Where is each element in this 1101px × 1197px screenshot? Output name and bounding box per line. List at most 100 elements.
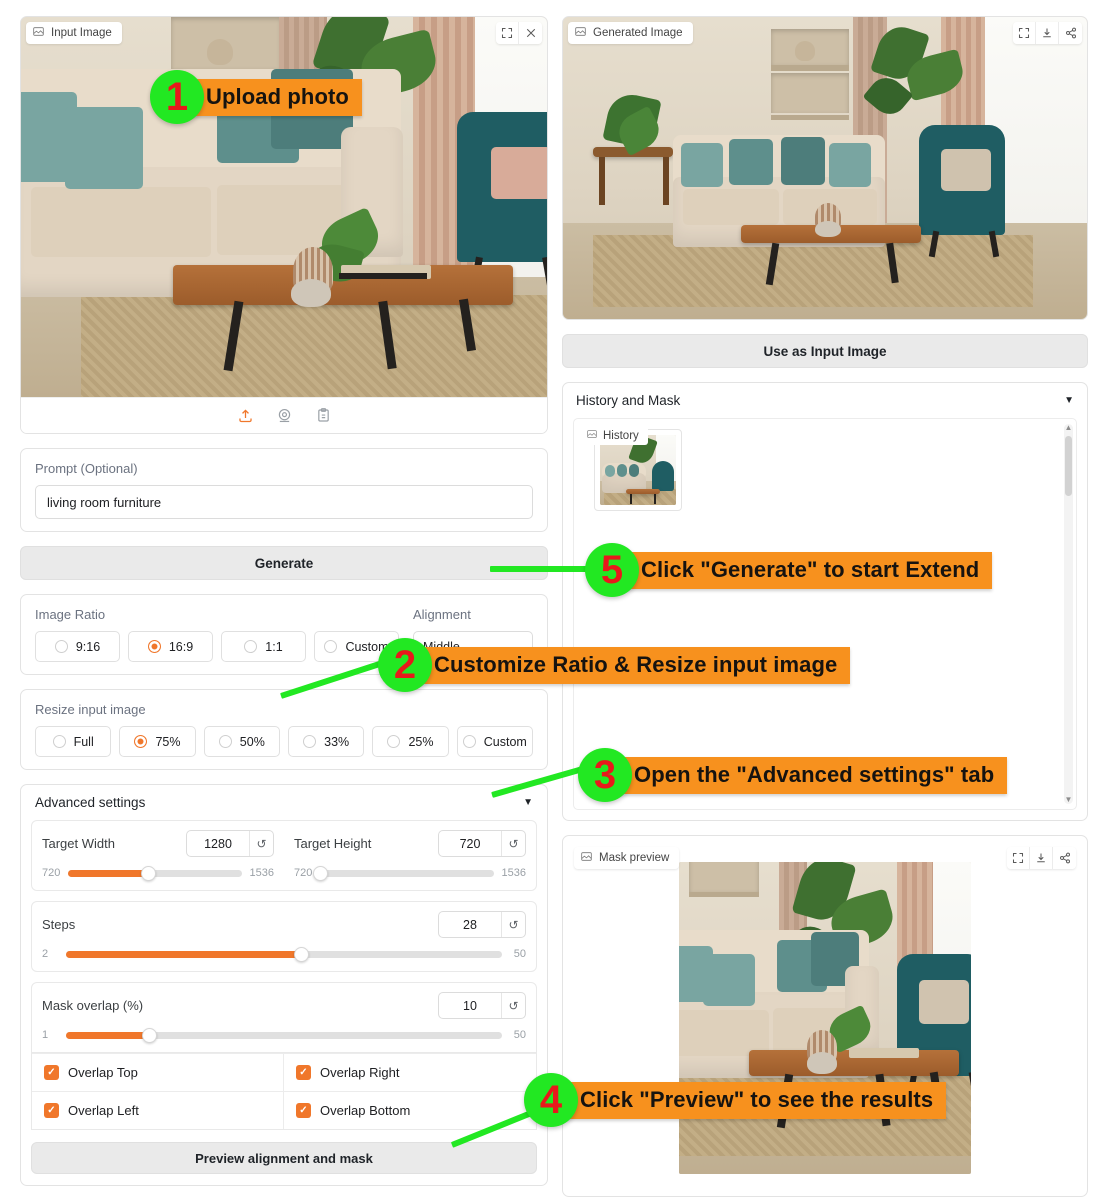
scrollbar-thumb[interactable] [1065,436,1072,496]
steps-card: Steps 28 ↺ 2 50 [31,901,537,972]
callout-4-badge: 4 [524,1073,578,1127]
advanced-settings-header[interactable]: Advanced settings ▼ [21,785,547,820]
input-image-footer-toolbar[interactable] [21,397,547,433]
scroll-up-icon[interactable]: ▲ [1065,424,1073,432]
checkbox-overlap-right[interactable]: ✓ Overlap Right [284,1053,536,1091]
steps-value[interactable]: 28 [439,912,501,937]
resize-option-custom[interactable]: Custom [456,726,533,757]
expand-icon[interactable] [496,22,519,44]
download-icon[interactable] [1036,22,1059,44]
scroll-down-icon[interactable]: ▼ [1065,796,1073,804]
advanced-settings-panel: Advanced settings ▼ Target Width 1280 ↺ … [20,784,548,1186]
ratio-option-16-9[interactable]: 16:9 [128,631,213,662]
mask-preview-surface[interactable]: Mask preview [569,842,1081,1190]
mask-preview-toolbar[interactable] [1007,847,1076,869]
paste-icon[interactable] [315,407,332,424]
callout-1: 1 Upload photo [150,70,362,124]
prompt-input[interactable]: living room furniture [35,485,533,519]
slider-max: 1536 [249,867,274,879]
target-height-slider[interactable]: 720 1536 [294,865,526,881]
history-and-mask-header[interactable]: History and Mask ▼ [563,383,1087,418]
share-icon[interactable] [1053,847,1076,869]
ratio-option-1-1[interactable]: 1:1 [221,631,306,662]
mask-overlap-slider[interactable]: 1 50 [42,1027,526,1043]
resize-option-25[interactable]: 25% [372,726,449,757]
reset-icon[interactable]: ↺ [249,831,273,856]
target-width-number[interactable]: 1280 ↺ [186,830,274,857]
target-height-label: Target Height [294,836,372,851]
reset-icon[interactable]: ↺ [501,993,525,1018]
generated-image-tag-label: Generated Image [593,27,683,39]
reset-icon[interactable]: ↺ [501,912,525,937]
mask-overlap-number[interactable]: 10 ↺ [438,992,526,1019]
prompt-block: Prompt (Optional) living room furniture [20,448,548,532]
checkbox-label: Overlap Right [320,1065,400,1080]
callout-5: 5 Click "Generate" to start Extend [585,543,993,597]
image-icon [587,429,597,442]
resize-option-33[interactable]: 33% [287,726,365,757]
slider-max: 1536 [501,867,526,879]
slider-track[interactable] [313,865,494,881]
mask-preview-image [679,862,971,1174]
slider-track[interactable] [66,946,502,962]
slider-track[interactable] [68,865,242,881]
check-icon: ✓ [44,1103,59,1118]
steps-number[interactable]: 28 ↺ [438,911,526,938]
use-as-input-image-button[interactable]: Use as Input Image [562,334,1088,368]
radio-dot [54,640,68,653]
right-column: Generated Image Use as Input Image Histo… [562,16,1088,1197]
generated-image-tag: Generated Image [568,22,693,44]
webcam-icon[interactable] [276,407,293,424]
target-width-slider[interactable]: 720 1536 [42,865,274,881]
callout-2: 2 Customize Ratio & Resize input image [378,638,851,692]
target-size-card: Target Width 1280 ↺ 720 1536 Target Heig… [31,820,537,891]
download-icon[interactable] [1030,847,1053,869]
checkbox-overlap-top[interactable]: ✓ Overlap Top [32,1053,284,1091]
upload-icon[interactable] [237,407,254,424]
history-thumbnail-image [600,435,676,505]
reset-icon[interactable]: ↺ [501,831,525,856]
preview-alignment-and-mask-button[interactable]: Preview alignment and mask [31,1142,537,1174]
slider-min: 720 [42,867,61,879]
slider-max: 50 [513,948,526,960]
target-height-number[interactable]: 720 ↺ [438,830,526,857]
chevron-down-icon[interactable]: ▼ [1064,395,1074,406]
radio-dot [134,735,148,748]
share-icon[interactable] [1059,22,1082,44]
resize-option-50[interactable]: 50% [203,726,280,757]
radio-dot [218,735,232,748]
ratio-option-9-16[interactable]: 9:16 [35,631,120,662]
callout-5-arrow [490,566,590,572]
steps-slider[interactable]: 2 50 [42,946,526,962]
history-scrollbar[interactable]: ▲ ▼ [1064,424,1073,804]
generated-image-toolbar[interactable] [1013,22,1082,44]
input-image-toolbar[interactable] [496,22,542,44]
callout-2-text: Customize Ratio & Resize input image [414,646,851,684]
slider-track[interactable] [66,1027,502,1043]
resize-option-label: 33% [324,734,350,749]
resize-option-label: Full [73,734,94,749]
resize-group[interactable]: Full 75% 50% 33% 25% Custom [35,726,533,757]
mask-overlap-value[interactable]: 10 [439,993,501,1018]
resize-option-75[interactable]: 75% [119,726,196,757]
target-height-value[interactable]: 720 [439,831,501,856]
expand-icon[interactable] [1013,22,1036,44]
resize-label: Resize input image [35,702,146,717]
check-icon: ✓ [296,1103,311,1118]
slider-min: 720 [294,867,313,879]
alignment-label: Alignment [413,607,471,622]
generated-image-scene [563,17,1087,319]
expand-icon[interactable] [1007,847,1030,869]
image-ratio-group[interactable]: 9:16 16:9 1:1 Custom [35,631,399,662]
resize-option-full[interactable]: Full [35,726,112,757]
target-width-value[interactable]: 1280 [187,831,249,856]
chevron-down-icon[interactable]: ▼ [523,797,533,808]
check-icon: ✓ [44,1065,59,1080]
close-icon[interactable] [519,22,542,44]
checkbox-overlap-left[interactable]: ✓ Overlap Left [32,1091,284,1129]
mask-preview-tag-label: Mask preview [599,852,670,864]
generate-button[interactable]: Generate [20,546,548,580]
input-image-tag-label: Input Image [51,27,112,39]
generated-image-surface[interactable]: Generated Image [563,17,1087,319]
input-image-tag: Input Image [26,22,122,44]
